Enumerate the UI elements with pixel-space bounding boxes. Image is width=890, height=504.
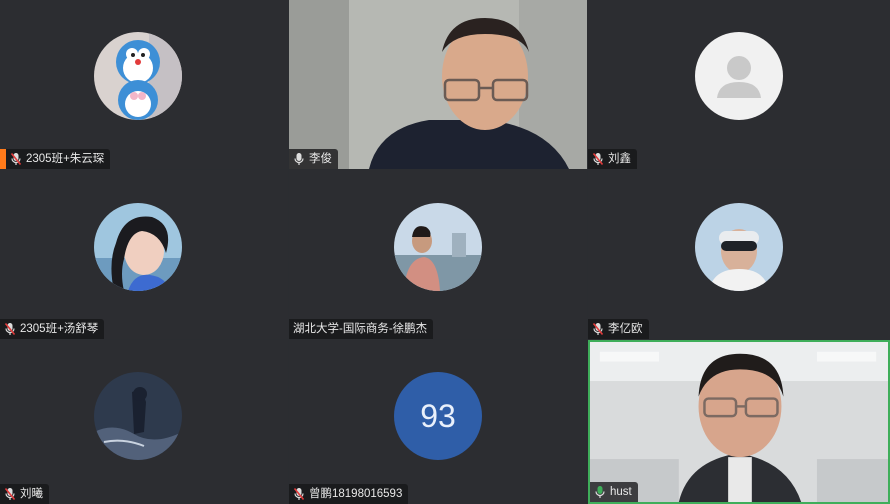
- participant-name-tag: 2305班+汤舒琴: [0, 319, 105, 339]
- participant-name: 刘曦: [20, 488, 43, 500]
- mic-muted-icon: [293, 487, 305, 501]
- participant-tile[interactable]: 李亿欧: [588, 170, 890, 339]
- doraemon-avatar: [94, 32, 182, 120]
- participant-name-tag: 2305班+朱云琛: [6, 149, 111, 169]
- number-avatar: 93: [394, 372, 482, 460]
- participant-tile[interactable]: 93 曾鹏18198016593: [289, 340, 587, 504]
- participant-name: 曾鹏18198016593: [309, 488, 403, 500]
- participant-name-tag: 刘鑫: [588, 149, 637, 169]
- camera-video: [289, 0, 587, 169]
- participant-tile[interactable]: 李俊: [289, 0, 587, 169]
- mic-muted-icon: [4, 322, 16, 336]
- participant-name-tag: 李亿欧: [588, 319, 649, 339]
- photo-avatar: [94, 203, 182, 291]
- participant-name-tag: 刘曦: [0, 484, 49, 504]
- mic-muted-icon: [4, 487, 16, 501]
- mic-muted-icon: [10, 152, 22, 166]
- photo-avatar: [695, 203, 783, 291]
- participant-name: 李俊: [309, 153, 332, 165]
- avatar-text: 93: [420, 397, 456, 434]
- mic-muted-icon: [592, 322, 604, 336]
- participant-name: 湖北大学-国际商务-徐鹏杰: [293, 323, 428, 335]
- participant-tile[interactable]: 2305班+汤舒琴: [0, 170, 288, 339]
- participant-name-tag: 曾鹏18198016593: [289, 484, 409, 504]
- participant-name-tag: 李俊: [289, 149, 338, 169]
- participant-name: 2305班+朱云琛: [26, 153, 105, 165]
- photo-avatar: [94, 372, 182, 460]
- participant-name: 李亿欧: [608, 323, 643, 335]
- mic-on-icon: [294, 153, 304, 165]
- participant-name-tag: hust: [590, 482, 638, 502]
- participant-tile[interactable]: 2305班+朱云琛: [0, 0, 288, 169]
- participant-name: 2305班+汤舒琴: [20, 323, 99, 335]
- participant-tile[interactable]: 刘曦: [0, 340, 288, 504]
- video-grid: 2305班+朱云琛 李俊 刘鑫 2305班+汤舒琴 湖北大学-国际商务-徐鹏杰 …: [0, 0, 890, 504]
- participant-name: hust: [610, 486, 632, 498]
- mic-muted-icon: [592, 152, 604, 166]
- participant-tile[interactable]: 湖北大学-国际商务-徐鹏杰: [289, 170, 587, 339]
- default-user-icon: [695, 32, 783, 120]
- participant-name: 刘鑫: [608, 153, 631, 165]
- participant-tile[interactable]: 刘鑫: [588, 0, 890, 169]
- participant-tile-active[interactable]: hust: [588, 340, 890, 504]
- mic-on-icon: [595, 486, 605, 498]
- camera-video: [590, 342, 888, 502]
- photo-avatar: [394, 203, 482, 291]
- participant-name-tag: 湖北大学-国际商务-徐鹏杰: [289, 319, 434, 339]
